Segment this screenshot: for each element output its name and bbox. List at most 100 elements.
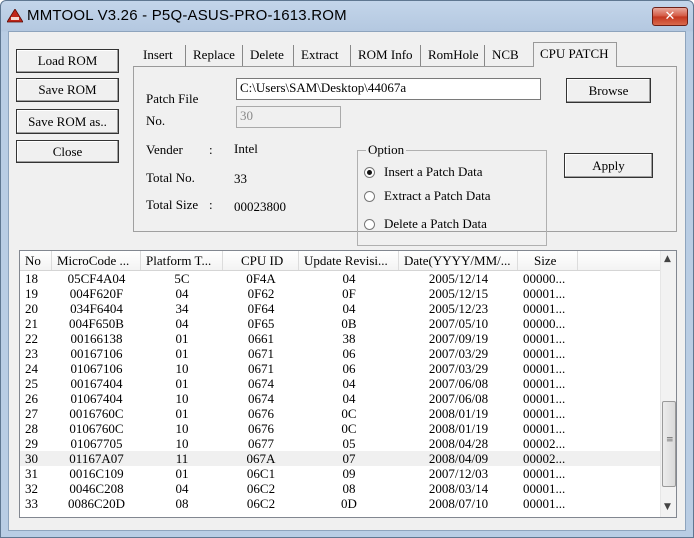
radio-delete-patch[interactable]: Delete a Patch Data: [364, 216, 542, 234]
cell-microcode: 004F620F: [69, 286, 124, 301]
tab-insert[interactable]: Insert: [137, 45, 186, 66]
table-row[interactable]: 19 004F620F 04 0F62 0F 2005/12/15 00001...: [20, 286, 660, 301]
cell-update-rev: 04: [342, 271, 356, 286]
scroll-thumb[interactable]: ≡: [662, 401, 676, 487]
cell-platform: 08: [175, 496, 189, 511]
cell-size: 00001...: [523, 346, 566, 361]
window-close-button[interactable]: ✕: [652, 7, 688, 26]
radio-insert-patch[interactable]: Insert a Patch Data: [364, 164, 542, 182]
cell-no: 32: [25, 481, 38, 496]
radio-extract-patch[interactable]: Extract a Patch Data: [364, 188, 542, 206]
vertical-scrollbar[interactable]: ▲ ≡ ▼: [660, 251, 676, 517]
cell-platform: 01: [175, 331, 189, 346]
cell-no: 27: [25, 406, 38, 421]
load-rom-button[interactable]: Load ROM: [16, 49, 119, 73]
table-row[interactable]: 25 00167404 01 0674 04 2007/06/08 00001...: [20, 376, 660, 391]
radio-unchecked-icon: [364, 219, 375, 230]
table-row[interactable]: 28 0106760C 10 0676 0C 2008/01/19 00001...: [20, 421, 660, 436]
cell-no: 20: [25, 301, 38, 316]
cell-microcode: 0046C208: [69, 481, 124, 496]
radio-checked-icon: [364, 167, 375, 178]
cell-date: 2007/09/19: [428, 331, 489, 346]
cell-update-rev: 05: [342, 436, 356, 451]
browse-button[interactable]: Browse: [566, 78, 651, 103]
cell-size: 00000...: [523, 271, 566, 286]
close-button[interactable]: Close: [16, 140, 119, 163]
cell-no: 29: [25, 436, 38, 451]
column-header-date[interactable]: Date(YYYY/MM/...: [399, 251, 518, 270]
column-header-no[interactable]: No: [20, 251, 52, 270]
cell-size: 00001...: [523, 496, 566, 511]
table-row[interactable]: 26 01067404 10 0674 04 2007/06/08 00001...: [20, 391, 660, 406]
cell-platform: 5C: [174, 271, 190, 286]
cell-size: 00001...: [523, 301, 566, 316]
column-header-cpu-id[interactable]: CPU ID: [223, 251, 299, 270]
cell-microcode: 004F650B: [69, 316, 124, 331]
apply-button[interactable]: Apply: [564, 153, 653, 178]
table-row[interactable]: 24 01067106 10 0671 06 2007/03/29 00001...: [20, 361, 660, 376]
cell-platform: 01: [175, 346, 189, 361]
patch-file-label: Patch File: [146, 91, 199, 106]
cell-date: 2007/06/08: [428, 376, 489, 391]
tab-romhole[interactable]: RomHole: [422, 45, 485, 66]
table-row[interactable]: 30 01167A07 11 067A 07 2008/04/09 00002...: [20, 451, 660, 466]
microcode-list[interactable]: No MicroCode ... Platform T... CPU ID Up…: [19, 250, 677, 518]
table-row[interactable]: 18 05CF4A04 5C 0F4A 04 2005/12/14 00000...: [20, 271, 660, 286]
app-icon: [7, 9, 23, 23]
cell-cpu-id: 06C2: [246, 481, 276, 496]
column-header-platform[interactable]: Platform T...: [141, 251, 223, 270]
tab-rom-info[interactable]: ROM Info: [352, 45, 421, 66]
cell-update-rev: 0C: [341, 421, 357, 436]
save-rom-button[interactable]: Save ROM: [16, 78, 119, 102]
cell-update-rev: 09: [342, 466, 356, 481]
column-header-update-revision[interactable]: Update Revisi...: [299, 251, 399, 270]
total-size-label: Total Size: [146, 197, 199, 212]
total-no-label: Total No.: [146, 170, 195, 185]
table-row[interactable]: 33 0086C20D 08 06C2 0D 2008/07/10 00001...: [20, 496, 660, 511]
grip-icon: ≡: [666, 435, 674, 445]
table-row[interactable]: 29 01067705 10 0677 05 2008/04/28 00002...: [20, 436, 660, 451]
cell-update-rev: 06: [342, 361, 356, 376]
title-bar[interactable]: MMTOOL V3.26 - P5Q-ASUS-PRO-1613.ROM ✕: [1, 1, 693, 31]
patch-file-input[interactable]: C:\Users\SAM\Desktop\44067a: [236, 78, 541, 100]
cell-update-rev: 0D: [341, 496, 357, 511]
client-area: Load ROM Save ROM Save ROM as.. Close In…: [8, 31, 686, 531]
table-row[interactable]: 27 0016760C 01 0676 0C 2008/01/19 00001...: [20, 406, 660, 421]
no-label: No.: [146, 113, 166, 128]
cell-no: 19: [25, 286, 38, 301]
cell-platform: 10: [175, 436, 189, 451]
cell-microcode: 00167404: [70, 376, 123, 391]
cell-date: 2008/01/19: [428, 406, 489, 421]
tab-replace[interactable]: Replace: [187, 45, 243, 66]
cell-size: 00001...: [523, 481, 566, 496]
cell-no: 28: [25, 421, 38, 436]
table-row[interactable]: 32 0046C208 04 06C2 08 2008/03/14 00001...: [20, 481, 660, 496]
scroll-up-icon[interactable]: ▲: [664, 254, 671, 264]
table-row[interactable]: 23 00167106 01 0671 06 2007/03/29 00001...: [20, 346, 660, 361]
save-rom-as-button[interactable]: Save ROM as..: [16, 109, 119, 134]
option-group: Option Insert a Patch Data Extract a Pat…: [357, 142, 547, 246]
cell-size: 00001...: [523, 421, 566, 436]
table-row[interactable]: 31 0016C109 01 06C1 09 2007/12/03 00001...: [20, 466, 660, 481]
cell-cpu-id: 0676: [248, 421, 274, 436]
column-header-microcode[interactable]: MicroCode ...: [52, 251, 141, 270]
tab-cpu-patch[interactable]: CPU PATCH: [533, 42, 617, 67]
cell-cpu-id: 0671: [248, 346, 274, 361]
cell-cpu-id: 067A: [246, 451, 276, 466]
table-row[interactable]: 20 034F6404 34 0F64 04 2005/12/23 00001...: [20, 301, 660, 316]
cell-date: 2008/03/14: [428, 481, 489, 496]
table-row[interactable]: 22 00166138 01 0661 38 2007/09/19 00001...: [20, 331, 660, 346]
scroll-down-icon[interactable]: ▼: [664, 502, 671, 512]
cell-platform: 10: [175, 421, 189, 436]
tab-delete[interactable]: Delete: [244, 45, 294, 66]
cell-microcode: 01167A07: [69, 451, 124, 466]
cell-no: 18: [25, 271, 38, 286]
cell-size: 00001...: [523, 391, 566, 406]
cell-cpu-id: 0676: [248, 406, 274, 421]
column-header-size[interactable]: Size: [518, 251, 578, 270]
table-row[interactable]: 21 004F650B 04 0F65 0B 2007/05/10 00000...: [20, 316, 660, 331]
tab-extract[interactable]: Extract: [295, 45, 351, 66]
tab-ncb[interactable]: NCB: [486, 45, 532, 66]
cell-no: 25: [25, 376, 38, 391]
cell-platform: 04: [175, 316, 189, 331]
